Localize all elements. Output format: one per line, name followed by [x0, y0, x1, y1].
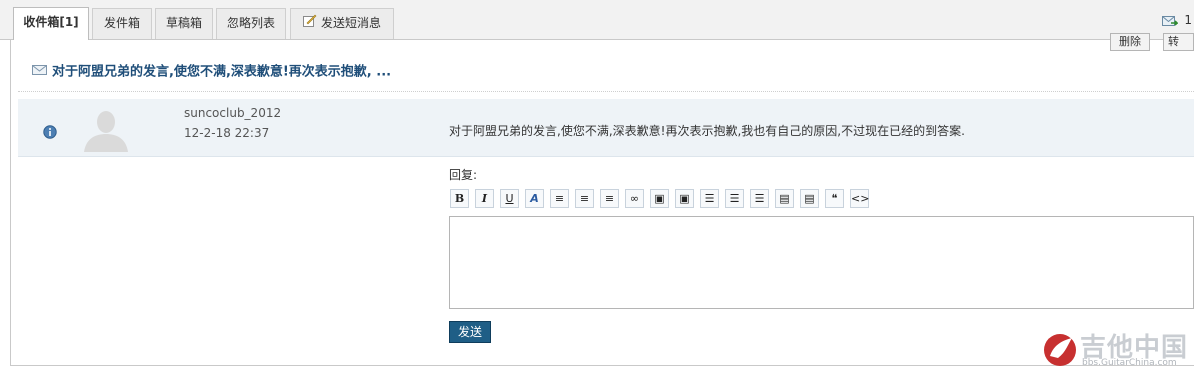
tab-send-message[interactable]: 发送短消息 [290, 8, 394, 39]
tab-send-message-label: 发送短消息 [320, 16, 381, 30]
sender-username[interactable]: suncoclub_2012 [184, 106, 281, 120]
reply-textarea[interactable] [449, 216, 1194, 309]
message-subject: 对于阿盟兄弟的发言,使您不满,深表歉意!再次表示抱歉, ... [32, 62, 391, 82]
message-body: 对于阿盟兄弟的发言,使您不满,深表歉意!再次表示抱歉,我也有自己的原因,不过现在… [449, 124, 965, 138]
float-left-button[interactable]: ▤ [775, 189, 794, 208]
align-left-button[interactable]: ≡ [550, 189, 569, 208]
float-right-button[interactable]: ▤ [800, 189, 819, 208]
font-color-button[interactable]: A [525, 189, 544, 208]
divider [18, 91, 1194, 92]
tab-bar: 收件箱[1] 发件箱 草稿箱 忽略列表 发送短消息 1 [0, 0, 1194, 40]
forward-button[interactable]: 转发 [1163, 33, 1194, 51]
message-count: 1 [1184, 13, 1192, 27]
link-button[interactable]: ∞ [625, 189, 644, 208]
underline-button[interactable]: U [500, 189, 519, 208]
send-button[interactable]: 发送 [449, 321, 491, 343]
avatar[interactable] [82, 106, 130, 155]
tab-drafts[interactable]: 草稿箱 [155, 8, 213, 39]
mail-forward-icon[interactable] [1162, 14, 1179, 31]
tab-inbox[interactable]: 收件箱[1] [13, 7, 89, 40]
tab-outbox[interactable]: 发件箱 [92, 8, 152, 39]
indent-button[interactable]: ☰ [750, 189, 769, 208]
align-center-button[interactable]: ≡ [575, 189, 594, 208]
unordered-list-button[interactable]: ☰ [725, 189, 744, 208]
code-button[interactable]: <> [850, 189, 869, 208]
ordered-list-button[interactable]: ☰ [700, 189, 719, 208]
align-right-button[interactable]: ≡ [600, 189, 619, 208]
watermark-url: bbs.GuitarChina.com [1082, 358, 1177, 368]
envelope-icon [32, 62, 48, 82]
italic-button[interactable]: I [475, 189, 494, 208]
reply-label: 回复: [449, 168, 478, 182]
delete-button[interactable]: 删除 [1110, 33, 1150, 51]
bold-button[interactable]: B [450, 189, 469, 208]
info-icon [43, 125, 57, 142]
subject-text: 对于阿盟兄弟的发言,使您不满,深表歉意!再次表示抱歉, ... [52, 64, 392, 80]
tab-ignore-list[interactable]: 忽略列表 [216, 8, 286, 39]
compose-icon [302, 9, 317, 38]
insert-image-button[interactable]: ▣ [675, 189, 694, 208]
message-date: 12-2-18 22:37 [184, 126, 270, 140]
image-button[interactable]: ▣ [650, 189, 669, 208]
quote-button[interactable]: ❝ [825, 189, 844, 208]
